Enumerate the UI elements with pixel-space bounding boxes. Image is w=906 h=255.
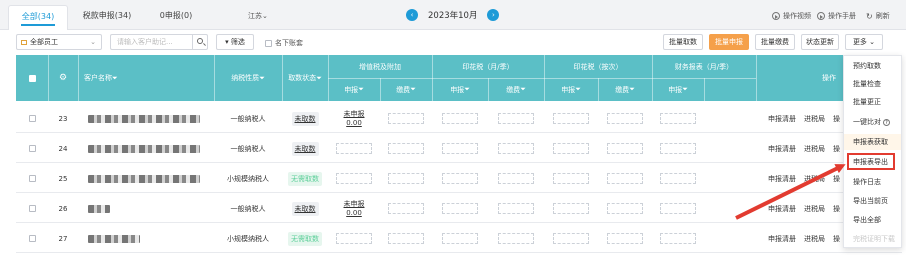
annotation-arrow	[735, 164, 846, 220]
